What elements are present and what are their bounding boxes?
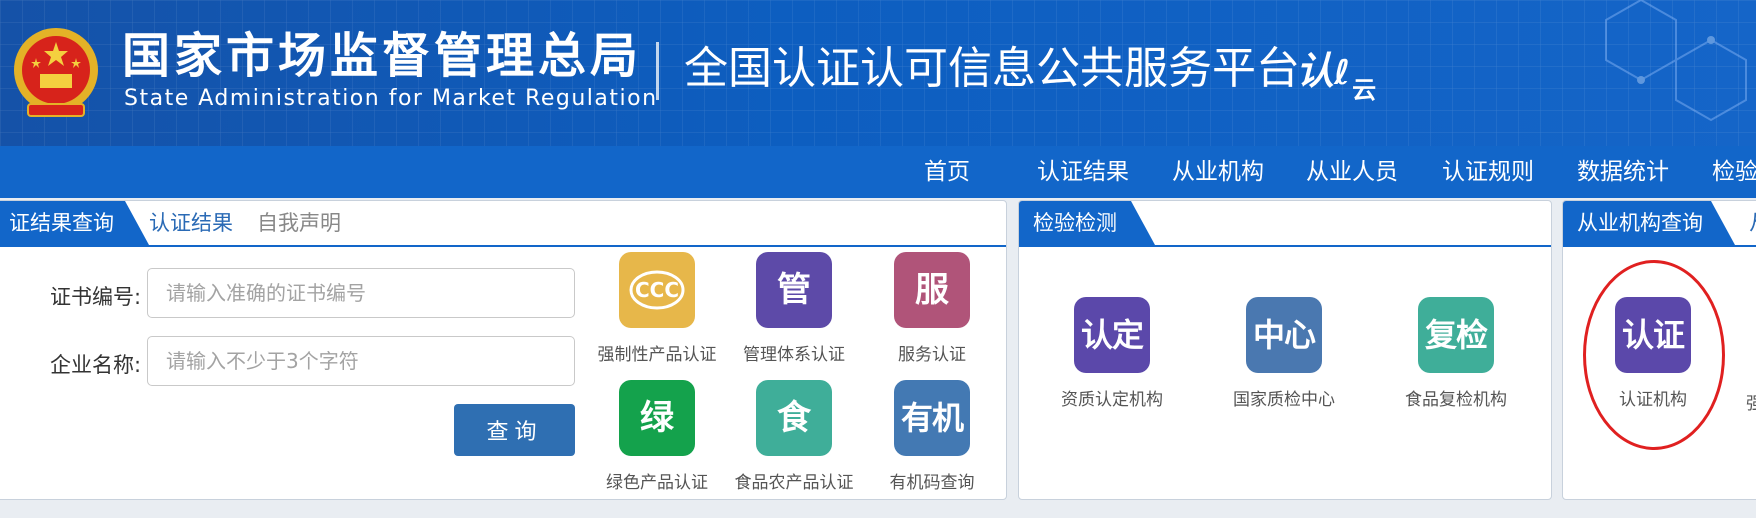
- ccc-mark-icon: CCC: [619, 252, 695, 328]
- svg-text:CCC: CCC: [635, 278, 679, 302]
- highlight-circle: [1583, 260, 1725, 450]
- lv-char-icon: 绿: [619, 380, 695, 456]
- tile-national-center[interactable]: 中心 国家质检中心: [1224, 297, 1344, 410]
- logo-suffix: 云: [1352, 76, 1377, 104]
- tab-institution-query[interactable]: 从业机构查询: [1563, 201, 1735, 245]
- tile-service-certification[interactable]: 服 服务认证: [872, 252, 992, 365]
- logo-swirl-icon: ℓ: [1334, 53, 1351, 93]
- tile-organic-code[interactable]: 有机 有机码查询: [872, 380, 992, 493]
- inspection-panel-header: 检验检测: [1019, 201, 1551, 247]
- tab-inspection[interactable]: 检验检测: [1019, 201, 1155, 245]
- inspection-panel: 检验检测 认定 资质认定机构 中心 国家质检中心 复检 食品复检机构: [1018, 200, 1552, 500]
- agency-name-en: State Administration for Market Regulati…: [124, 86, 658, 111]
- tile-caption: 国家质检中心: [1233, 390, 1335, 410]
- tile-caption: 食品农产品认证: [734, 473, 854, 493]
- cert-number-input[interactable]: [147, 268, 575, 318]
- zhongxin-char-icon: 中心: [1246, 297, 1322, 373]
- nav-item-inspection[interactable]: 检验: [1712, 146, 1756, 198]
- national-emblem-icon: [14, 28, 98, 117]
- tile-green-product[interactable]: 绿 绿色产品认证: [597, 380, 717, 493]
- tab-cert-results[interactable]: 认证结果: [149, 201, 233, 245]
- institution-panel-header: 从业机构查询 从: [1563, 201, 1756, 247]
- shi-char-icon: 食: [756, 380, 832, 456]
- nav-item-statistics[interactable]: 数据统计: [1577, 146, 1669, 198]
- platform-title: 全国认证认可信息公共服务平台: [684, 43, 1300, 94]
- tile-food-recheck[interactable]: 复检 食品复检机构: [1396, 297, 1516, 410]
- hexagon-pattern-decoration: [1605, 0, 1747, 122]
- tile-caption: 有机码查询: [889, 473, 975, 493]
- nav-item-institutions[interactable]: 从业机构: [1172, 146, 1264, 198]
- agency-name-cn: 国家市场监督管理总局: [122, 28, 643, 84]
- tile-management-system[interactable]: 管 管理体系认证: [734, 252, 854, 365]
- tile-caption: 食品复检机构: [1405, 390, 1507, 410]
- site-header: 国家市场监督管理总局 State Administration for Mark…: [0, 0, 1756, 146]
- youji-char-icon: 有机: [894, 380, 970, 456]
- company-name-input[interactable]: [147, 336, 575, 386]
- tile-ccc-certification[interactable]: CCC 强制性产品认证: [597, 252, 717, 365]
- cert-search-panel: 证结果查询 认证结果 自我声明 证书编号: 企业名称: 查询 CCC 强制性产品…: [0, 200, 1007, 500]
- tile-qualification-bodies[interactable]: 认定 资质认定机构: [1052, 297, 1172, 410]
- nav-item-rules[interactable]: 认证规则: [1442, 146, 1534, 198]
- main-nav: 首页 认证结果 从业机构 从业人员 认证规则 数据统计 检验: [0, 146, 1756, 198]
- tab-cert-query[interactable]: 证结果查询: [0, 201, 149, 245]
- nav-item-home[interactable]: 首页: [924, 146, 970, 198]
- tab-partial[interactable]: 从: [1749, 201, 1756, 245]
- query-button[interactable]: 查询: [454, 404, 575, 456]
- cert-panel-header: 证结果查询 认证结果 自我声明: [0, 201, 1006, 247]
- nav-item-personnel[interactable]: 从业人员: [1306, 146, 1398, 198]
- fujian-char-icon: 复检: [1418, 297, 1494, 373]
- tile-caption: 服务认证: [898, 345, 966, 365]
- tile-caption: 绿色产品认证: [606, 473, 708, 493]
- partial-caption: 强: [1746, 389, 1756, 414]
- header-divider: [656, 42, 659, 100]
- fu-char-icon: 服: [894, 252, 970, 328]
- tile-caption: 资质认定机构: [1061, 390, 1163, 410]
- tab-self-declaration[interactable]: 自我声明: [257, 201, 341, 245]
- nav-item-cert-results[interactable]: 认证结果: [1037, 146, 1129, 198]
- guan-char-icon: 管: [756, 252, 832, 328]
- cert-number-label: 证书编号:: [50, 285, 142, 309]
- logo-text: 认: [1296, 49, 1335, 93]
- tile-caption: 管理体系认证: [743, 345, 845, 365]
- rending-char-icon: 认定: [1074, 297, 1150, 373]
- tile-food-agri[interactable]: 食 食品农产品认证: [734, 380, 854, 493]
- renzheng-cloud-logo[interactable]: 认ℓ云: [1296, 40, 1376, 104]
- company-name-label: 企业名称:: [50, 353, 142, 377]
- tile-caption: 强制性产品认证: [597, 345, 717, 365]
